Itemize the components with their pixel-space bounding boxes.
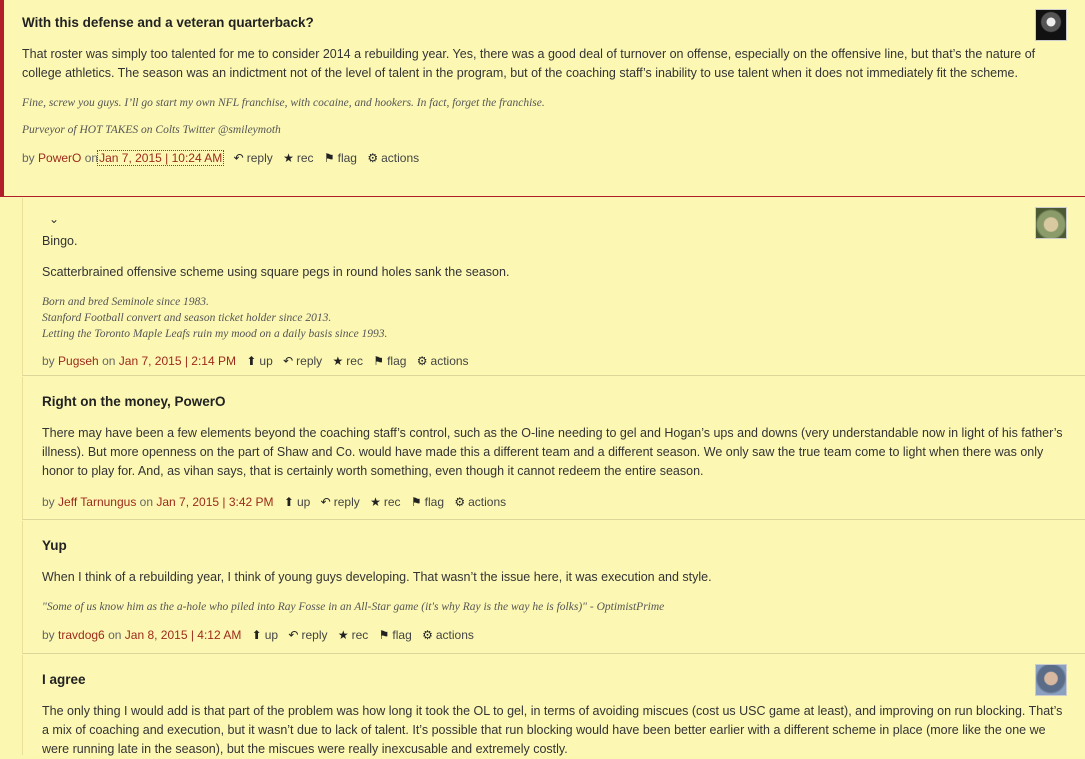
avatar[interactable]	[1035, 207, 1067, 239]
actions-button[interactable]: ⚙ actions	[454, 495, 506, 509]
comment-body: Bingo. Scatterbrained offensive scheme u…	[42, 232, 1085, 282]
reply-button[interactable]: ↶ reply	[234, 151, 273, 165]
avatar[interactable]	[1035, 664, 1067, 696]
gear-icon: ⚙	[367, 151, 379, 165]
comment-title: With this defense and a veteran quarterb…	[22, 15, 314, 30]
author-link[interactable]: PowerO	[38, 151, 81, 165]
rec-button[interactable]: ★ rec	[370, 495, 400, 509]
timestamp-link[interactable]: Jan 7, 2015 | 10:24 AM	[97, 150, 225, 166]
star-icon: ★	[370, 495, 381, 509]
arrow-up-icon: ⬆	[283, 495, 294, 509]
reply-button[interactable]: ↶ reply	[288, 628, 327, 642]
rec-button[interactable]: ★ rec	[333, 354, 363, 368]
comment-body: When I think of a rebuilding year, I thi…	[42, 568, 1085, 587]
reply-arrow-icon: ↶	[283, 354, 294, 368]
signature-line: Fine, screw you guys. I’ll go start my o…	[22, 97, 545, 109]
gear-icon: ⚙	[416, 354, 428, 368]
author-link[interactable]: Pugseh	[58, 354, 99, 368]
comment-title: Yup	[42, 538, 67, 553]
signature: Born and bred Seminole since 1983. Stanf…	[42, 294, 1085, 342]
flag-icon: ⚑	[323, 151, 335, 165]
reply-button[interactable]: ↶ reply	[283, 354, 322, 368]
rec-button[interactable]: ★ rec	[338, 628, 368, 642]
gear-icon: ⚙	[422, 628, 433, 642]
comment-pugseh: ⌄ Bingo. Scatterbrained offensive scheme…	[22, 198, 1085, 376]
signature-line: Letting the Toronto Maple Leafs ruin my …	[42, 328, 388, 340]
signature-line: "Some of us know him as the a-hole who p…	[42, 601, 665, 613]
comment-paragraph: That roster was simply too talented for …	[22, 47, 1036, 80]
comment-i-agree: I agree The only thing I would add is th…	[22, 655, 1085, 756]
up-button[interactable]: ⬆ up	[284, 495, 310, 509]
arrow-up-icon: ⬆	[251, 628, 262, 642]
comment-meta: by travdog6 on Jan 8, 2015 | 4:12 AM ⬆ up…	[42, 628, 474, 642]
up-button[interactable]: ⬆ up	[246, 354, 272, 368]
flag-icon: ⚑	[373, 354, 385, 368]
star-icon: ★	[337, 628, 349, 642]
comment-travdog6: Yup When I think of a rebuilding year, I…	[22, 521, 1085, 654]
author-link[interactable]: travdog6	[58, 628, 105, 642]
comment-meta: by Pugseh on Jan 7, 2015 | 2:14 PM ⬆ up ↶…	[42, 354, 469, 368]
comment-paragraph: There may have been a few elements beyon…	[42, 426, 1063, 478]
comment-paragraph: Scatterbrained offensive scheme using sq…	[42, 265, 510, 279]
up-button[interactable]: ⬆ up	[252, 628, 278, 642]
author-link[interactable]: Jeff Tarnungus	[58, 495, 136, 509]
reply-button[interactable]: ↶ reply	[321, 495, 360, 509]
star-icon: ★	[332, 354, 344, 368]
chevron-down-icon[interactable]: ⌄	[49, 212, 59, 226]
comment-meta: by Jeff Tarnungus on Jan 7, 2015 | 3:42 …	[42, 495, 507, 509]
gear-icon: ⚙	[454, 495, 466, 509]
actions-button[interactable]: ⚙ actions	[367, 151, 419, 165]
arrow-up-icon: ⬆	[246, 354, 257, 368]
comment-title: I agree	[42, 672, 86, 687]
rec-button[interactable]: ★ rec	[283, 151, 313, 165]
signature-line: Purveyor of HOT TAKES on Colts Twitter @…	[22, 124, 281, 136]
timestamp-link[interactable]: Jan 7, 2015 | 2:14 PM	[119, 354, 236, 368]
avatar[interactable]	[1035, 9, 1067, 41]
flag-icon: ⚑	[378, 628, 390, 642]
comment-body: The only thing I would add is that part …	[42, 702, 1085, 759]
flag-icon: ⚑	[410, 495, 422, 509]
flag-button[interactable]: ⚑ flag	[324, 151, 357, 165]
flag-button[interactable]: ⚑ flag	[411, 495, 444, 509]
comment-body: There may have been a few elements beyon…	[42, 424, 1085, 481]
reply-arrow-icon: ↶	[288, 628, 299, 642]
comment-powero: With this defense and a veteran quarterb…	[0, 0, 1085, 197]
timestamp-link[interactable]: Jan 7, 2015 | 3:42 PM	[156, 495, 273, 509]
comment-meta: by PowerO onJan 7, 2015 | 10:24 AM ↶ repl…	[22, 150, 420, 166]
comment-paragraph: The only thing I would add is that part …	[42, 704, 1063, 756]
comment-body: That roster was simply too talented for …	[22, 45, 1085, 83]
flag-button[interactable]: ⚑ flag	[379, 628, 412, 642]
signature-line: Born and bred Seminole since 1983.	[42, 296, 209, 308]
reply-arrow-icon: ↶	[233, 151, 244, 165]
timestamp-link[interactable]: Jan 8, 2015 | 4:12 AM	[125, 628, 242, 642]
actions-button[interactable]: ⚙ actions	[422, 628, 474, 642]
comment-paragraph: When I think of a rebuilding year, I thi…	[42, 570, 712, 584]
star-icon: ★	[283, 151, 294, 165]
actions-button[interactable]: ⚙ actions	[417, 354, 469, 368]
comment-jeff-tarnungus: Right on the money, PowerO There may hav…	[22, 377, 1085, 520]
flag-button[interactable]: ⚑ flag	[373, 354, 406, 368]
comment-paragraph: Bingo.	[42, 234, 78, 248]
reply-arrow-icon: ↶	[320, 495, 331, 509]
signature-line: Stanford Football convert and season tic…	[42, 312, 332, 324]
comment-title: Right on the money, PowerO	[42, 394, 226, 409]
